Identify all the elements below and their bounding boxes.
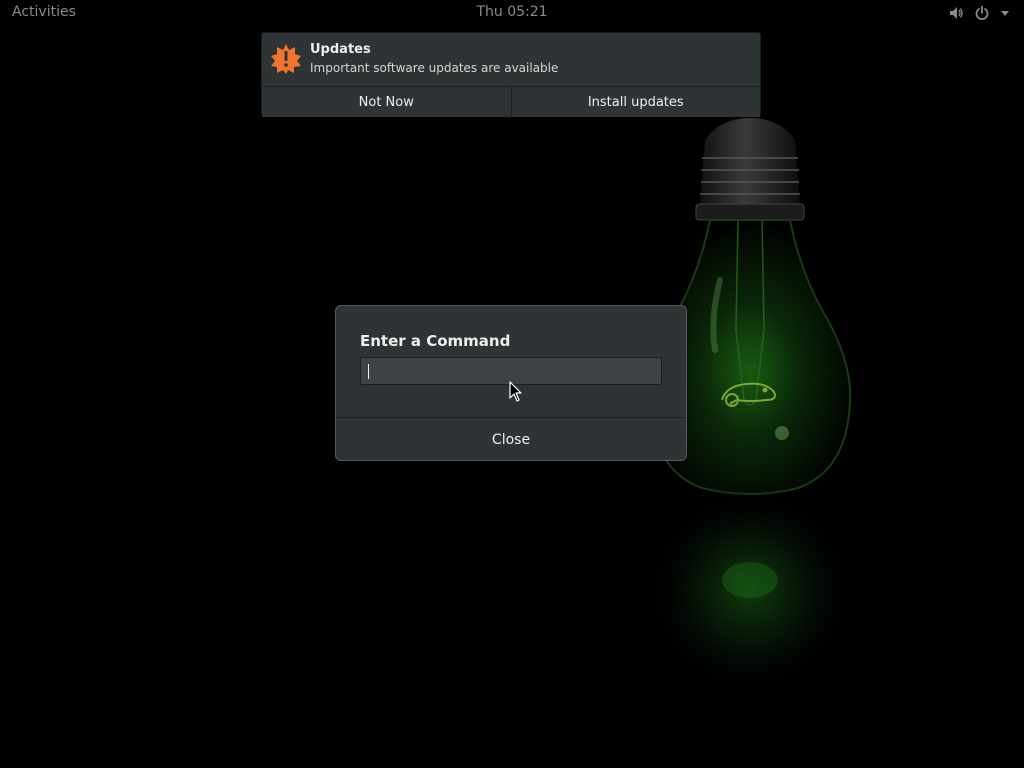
top-bar: Activities Thu 05:21 (0, 0, 1024, 26)
notification-body: Important software updates are available (310, 61, 559, 75)
system-tray[interactable] (948, 3, 1010, 23)
warning-burst-icon (270, 43, 302, 75)
not-now-button[interactable]: Not Now (262, 87, 511, 117)
clock-container: Thu 05:21 (0, 4, 1024, 20)
dialog-title: Enter a Command (360, 332, 511, 350)
dropdown-arrow-icon (1000, 8, 1010, 18)
clock[interactable]: Thu 05:21 (476, 4, 547, 20)
activities-button[interactable]: Activities (12, 4, 76, 20)
notification-actions: Not Now Install updates (262, 86, 760, 117)
install-updates-button[interactable]: Install updates (510, 87, 760, 117)
power-icon (974, 5, 990, 21)
text-caret (368, 364, 369, 379)
close-button[interactable]: Close (336, 417, 686, 460)
desktop: Activities Thu 05:21 Updates Important s… (0, 0, 1024, 768)
updates-notification[interactable]: Updates Important software updates are a… (261, 32, 761, 117)
notification-title: Updates (310, 42, 371, 57)
mouse-pointer-icon (509, 381, 522, 402)
volume-icon (948, 5, 964, 21)
